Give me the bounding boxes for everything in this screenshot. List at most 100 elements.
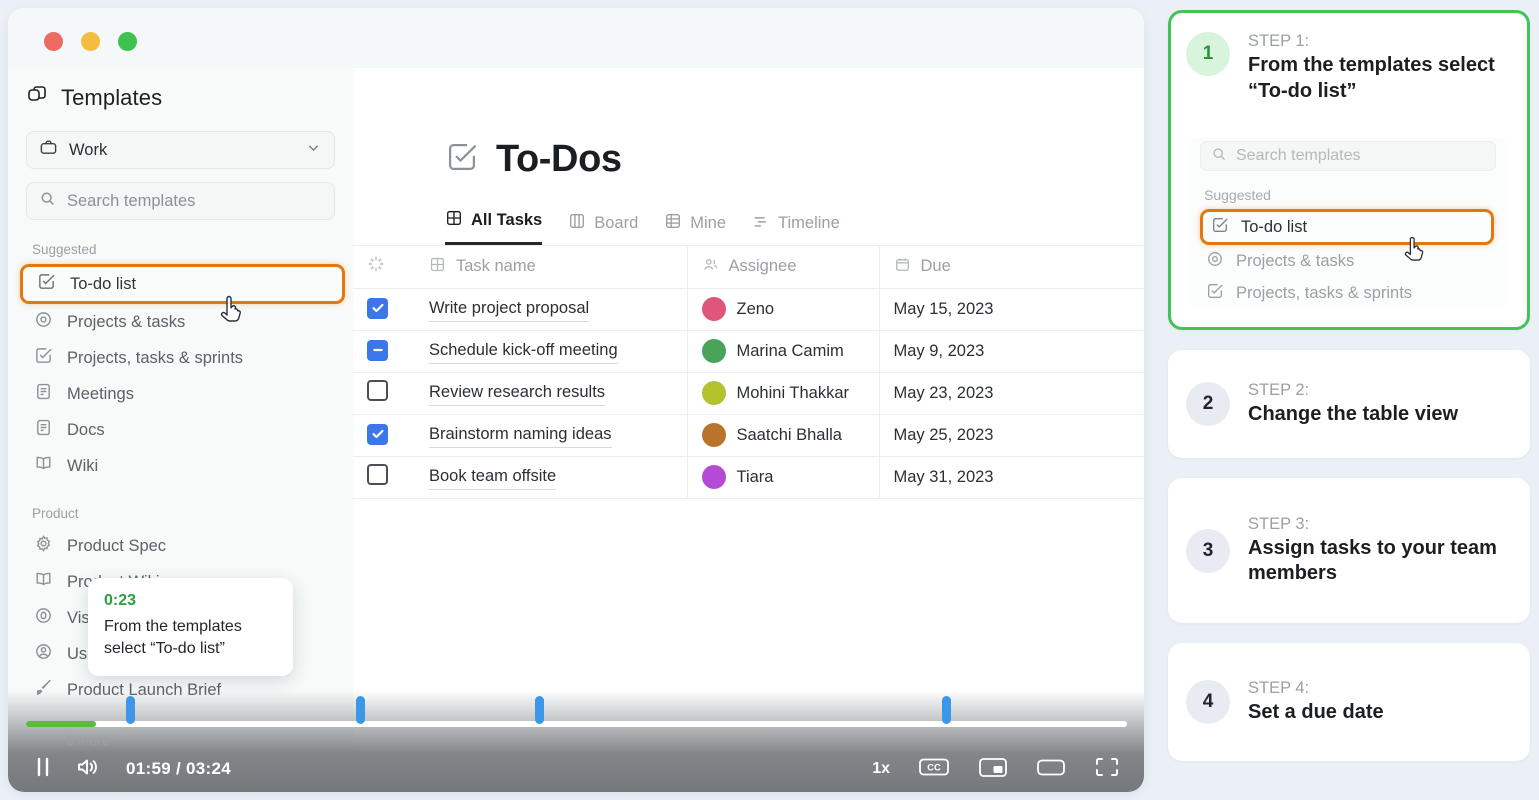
step-card-4[interactable]: 4 STEP 4: Set a due date <box>1168 643 1530 762</box>
search-templates-field[interactable]: Search templates <box>26 182 335 220</box>
step-title: Change the table view <box>1248 402 1459 425</box>
tab-label: Mine <box>690 214 727 232</box>
minimize-window-button[interactable] <box>81 32 100 51</box>
task-name-text: Book team offsite <box>429 464 557 490</box>
sidebar-item-to-do-list[interactable]: To-do list <box>20 264 345 304</box>
pause-button[interactable] <box>32 755 54 784</box>
step-preview-thumbnail: Search templates Suggested To-do list Pr… <box>1188 138 1508 309</box>
task-name-text: Write project proposal <box>429 296 590 322</box>
target-icon <box>1206 250 1224 273</box>
due-cell[interactable]: May 15, 2023 <box>879 288 1144 331</box>
task-checkbox-indeterminate[interactable] <box>367 339 388 361</box>
row-checkbox-cell[interactable] <box>353 414 415 457</box>
preview-item-projects-tasks: Projects & tasks <box>1200 245 1496 277</box>
assignee-cell[interactable]: Zeno <box>687 288 880 331</box>
due-date-text: May 25, 2023 <box>893 425 994 444</box>
task-name-cell[interactable]: Book team offsite <box>415 456 688 499</box>
sidebar-item-product-spec[interactable]: Product Spec <box>8 528 353 564</box>
sidebar-title: Templates <box>8 68 353 112</box>
table-row[interactable]: Write project proposal Zeno May 15, 2023 <box>353 288 1144 331</box>
briefcase-icon <box>39 138 58 162</box>
search-templates-placeholder: Search templates <box>67 191 196 210</box>
chapter-marker[interactable] <box>534 696 544 724</box>
video-progress-bar[interactable] <box>26 696 1127 727</box>
column-header-due[interactable]: Due <box>879 246 1144 289</box>
chapter-marker[interactable] <box>942 696 952 724</box>
volume-button[interactable] <box>76 755 104 784</box>
avatar <box>701 381 726 405</box>
checkbox-square-icon <box>1206 282 1224 305</box>
people-icon <box>702 256 719 278</box>
task-name-cell[interactable]: Review research results <box>415 372 688 415</box>
maximize-window-button[interactable] <box>118 32 137 51</box>
step-title: Assign tasks to your team members <box>1248 536 1497 585</box>
due-cell[interactable]: May 25, 2023 <box>879 414 1144 457</box>
step-card-2[interactable]: 2 STEP 2: Change the table view <box>1168 350 1530 459</box>
tab-timeline[interactable]: Timeline <box>752 212 840 245</box>
sidebar-item-meetings[interactable]: Meetings <box>8 376 353 412</box>
tab-label: Timeline <box>778 214 840 232</box>
tab-board[interactable]: Board <box>568 212 638 245</box>
chapter-marker[interactable] <box>356 696 366 724</box>
window-titlebar <box>8 8 1144 68</box>
task-name-cell[interactable]: Schedule kick-off meeting <box>415 330 688 373</box>
document-icon <box>34 418 53 442</box>
due-date-text: May 31, 2023 <box>893 467 994 486</box>
assignee-cell[interactable]: Mohini Thakkar <box>687 372 880 415</box>
step-number-badge: 4 <box>1186 680 1230 725</box>
sidebar-item-docs[interactable]: Docs <box>8 412 353 448</box>
tab-all-tasks[interactable]: All Tasks <box>445 209 543 245</box>
close-window-button[interactable] <box>44 32 63 51</box>
sidebar-item-label: Meetings <box>67 384 134 403</box>
due-cell[interactable]: May 9, 2023 <box>879 330 1144 373</box>
chapter-marker[interactable] <box>126 696 136 724</box>
picture-in-picture-button[interactable] <box>978 755 1008 784</box>
task-name-cell[interactable]: Brainstorm naming ideas <box>415 414 688 457</box>
tab-label: All Tasks <box>471 211 543 229</box>
due-cell[interactable]: May 31, 2023 <box>879 456 1144 499</box>
column-header-status[interactable] <box>353 246 415 289</box>
due-date-text: May 15, 2023 <box>893 299 994 318</box>
column-header-task-name[interactable]: Task name <box>415 246 688 289</box>
assignee-cell[interactable]: Marina Camim <box>687 330 880 373</box>
sidebar-item-projects-tasks[interactable]: Projects & tasks <box>8 304 353 340</box>
step-card-1[interactable]: 1 STEP 1: From the templates select “To-… <box>1168 10 1530 331</box>
tab-label: Board <box>594 214 639 232</box>
playback-speed-button[interactable]: 1x <box>872 760 890 778</box>
sidebar-item-wiki[interactable]: Wiki <box>8 448 353 484</box>
task-checkbox-checked[interactable] <box>367 297 388 319</box>
assignee-name: Tiara <box>736 467 774 486</box>
theater-mode-button[interactable] <box>1036 755 1066 784</box>
row-checkbox-cell[interactable] <box>353 456 415 499</box>
table-row[interactable]: Book team offsite Tiara May 31, 2023 <box>353 456 1144 499</box>
sidebar-item-label: Projects & tasks <box>67 312 186 331</box>
category-select[interactable]: Work <box>26 131 335 169</box>
table-row[interactable]: Schedule kick-off meeting Marina Camim M… <box>353 330 1144 373</box>
step-label: STEP 2: <box>1248 380 1310 399</box>
step-card-3[interactable]: 3 STEP 3: Assign tasks to your team memb… <box>1168 478 1530 624</box>
due-cell[interactable]: May 23, 2023 <box>879 372 1144 415</box>
task-name-cell[interactable]: Write project proposal <box>415 288 688 331</box>
time-display: 01:59 / 03:24 <box>126 759 232 778</box>
templates-sidebar: Templates Work Search templates Suggeste… <box>8 68 353 792</box>
table-row[interactable]: Review research results Mohini Thakkar M… <box>353 372 1144 415</box>
captions-button[interactable]: CC <box>918 755 950 784</box>
column-header-label: Due <box>920 257 951 276</box>
sidebar-item-projects-tasks-sprints[interactable]: Projects, tasks & sprints <box>8 340 353 376</box>
columns-icon <box>568 212 586 235</box>
assignee-cell[interactable]: Saatchi Bhalla <box>687 414 880 457</box>
step-title: Set a due date <box>1248 700 1384 723</box>
tab-mine[interactable]: Mine <box>664 212 726 245</box>
row-checkbox-cell[interactable] <box>353 330 415 373</box>
fullscreen-button[interactable] <box>1094 755 1120 784</box>
column-header-assignee[interactable]: Assignee <box>687 246 880 289</box>
row-checkbox-cell[interactable] <box>353 372 415 415</box>
table-row[interactable]: Brainstorm naming ideas Saatchi Bhalla M… <box>353 414 1144 457</box>
sidebar-item-label: Wiki <box>67 456 99 475</box>
task-checkbox-checked[interactable] <box>367 423 388 445</box>
assignee-cell[interactable]: Tiara <box>687 456 880 499</box>
task-checkbox-unchecked[interactable] <box>367 464 388 485</box>
row-checkbox-cell[interactable] <box>353 288 415 331</box>
tasks-table: Task name Assignee Due Write project pro… <box>353 246 1144 499</box>
task-checkbox-unchecked[interactable] <box>367 380 388 401</box>
